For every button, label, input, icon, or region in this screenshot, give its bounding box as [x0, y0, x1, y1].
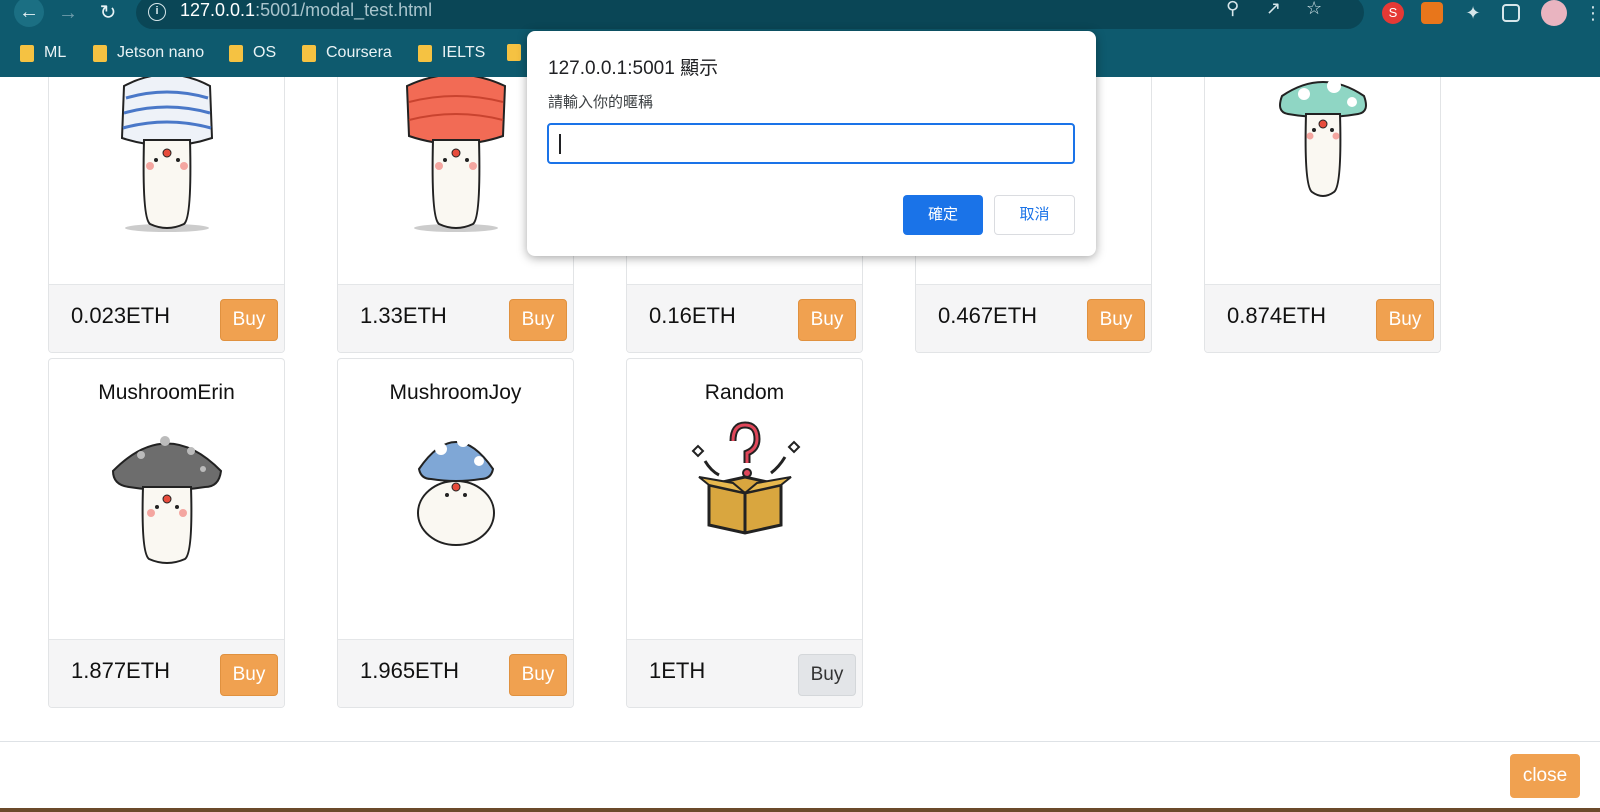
address-bar[interactable]: i 127.0.0.1:5001/modal_test.html ⚲ ↗ ☆: [136, 0, 1364, 29]
product-card: 0.023ETH Buy: [48, 77, 285, 353]
url-host: 127.0.0.1: [180, 0, 256, 20]
mystery-box-image: [691, 421, 800, 535]
folder-icon: [507, 44, 521, 61]
bookmark-label: Jetson nano: [117, 44, 205, 61]
price-label: 0.023ETH: [71, 303, 171, 328]
buy-button[interactable]: Buy: [1087, 299, 1145, 341]
mushroom-red-image: [405, 77, 506, 232]
price-label: 1.33ETH: [360, 303, 447, 328]
card-footer: 0.16ETH Buy: [627, 284, 862, 352]
product-card-mushroom-joy: MushroomJoy 1.965ETH Buy: [337, 358, 574, 708]
card-footer: 1.877ETH Buy: [49, 639, 284, 707]
dialog-message: 請輸入你的暱稱: [548, 94, 654, 111]
card-footer: 0.023ETH Buy: [49, 284, 284, 352]
bookmark-label: Coursera: [326, 44, 392, 61]
price-label: 1.965ETH: [360, 658, 460, 683]
extension-s-label: S: [1388, 5, 1398, 20]
extension-s-icon[interactable]: S: [1382, 2, 1404, 24]
product-name: MushroomErin: [98, 381, 235, 404]
price-label: 0.467ETH: [938, 303, 1038, 328]
share-icon[interactable]: ↗: [1266, 0, 1281, 19]
zoom-icon[interactable]: ⚲: [1226, 0, 1239, 19]
folder-icon: [20, 44, 34, 62]
site-info-icon[interactable]: i: [148, 3, 166, 21]
bookmark-ml[interactable]: ML: [20, 44, 66, 62]
modal-footer: close: [0, 741, 1600, 812]
price-label: 0.16ETH: [649, 303, 736, 328]
bookmark-jetson-nano[interactable]: Jetson nano: [93, 44, 204, 62]
mushroom-blue-striped-image: [120, 77, 213, 232]
bookmark-label: OS: [253, 44, 277, 61]
cancel-button[interactable]: 取消: [994, 195, 1075, 235]
buy-button-disabled[interactable]: Buy: [798, 654, 856, 696]
card-footer: 1.33ETH Buy: [338, 284, 573, 352]
url-text: 127.0.0.1:5001/modal_test.html: [180, 0, 432, 21]
reload-icon[interactable]: ↻: [94, 1, 122, 25]
text-caret: [559, 134, 561, 154]
profile-avatar[interactable]: [1541, 0, 1567, 26]
nickname-input[interactable]: [547, 123, 1075, 164]
price-label: 1ETH: [649, 658, 706, 683]
taskbar-strip: [0, 808, 1600, 812]
ok-button[interactable]: 確定: [903, 195, 983, 235]
product-name: MushroomJoy: [389, 381, 522, 404]
metamask-fox-icon[interactable]: [1421, 2, 1443, 24]
menu-kebab-icon[interactable]: ⋮: [1582, 2, 1600, 24]
mushroom-teal-spotted-image: [1278, 79, 1367, 197]
bookmark-os[interactable]: OS: [229, 44, 276, 62]
mushroom-gray-image: [111, 436, 222, 564]
bookmark-ielts[interactable]: IELTS: [418, 44, 485, 62]
product-card-random: Random 1ETH Buy: [626, 358, 863, 708]
price-label: 0.874ETH: [1227, 303, 1327, 328]
folder-icon: [93, 44, 107, 62]
prompt-dialog: 127.0.0.1:5001 顯示 請輸入你的暱稱 確定 取消: [527, 31, 1096, 256]
side-panel-icon[interactable]: [1502, 4, 1520, 22]
star-icon[interactable]: ☆: [1306, 0, 1322, 19]
extensions-puzzle-icon[interactable]: ✦: [1462, 2, 1484, 24]
card-footer: 0.874ETH Buy: [1205, 284, 1440, 352]
back-arrow-icon[interactable]: ←: [14, 0, 44, 27]
buy-button[interactable]: Buy: [509, 299, 567, 341]
folder-icon: [302, 44, 316, 62]
forward-arrow-icon[interactable]: →: [54, 1, 82, 25]
bookmark-label: ML: [44, 44, 67, 61]
buy-button[interactable]: Buy: [798, 299, 856, 341]
folder-icon: [418, 44, 432, 62]
folder-icon: [229, 44, 243, 62]
card-footer: 0.467ETH Buy: [916, 284, 1151, 352]
bookmark-label: IELTS: [442, 44, 486, 61]
bookmark-coursera[interactable]: Coursera: [302, 44, 392, 62]
card-footer: 1.965ETH Buy: [338, 639, 573, 707]
dialog-title: 127.0.0.1:5001 顯示: [548, 58, 719, 79]
close-button[interactable]: close: [1510, 754, 1580, 798]
buy-button[interactable]: Buy: [220, 299, 278, 341]
buy-button[interactable]: Buy: [1376, 299, 1434, 341]
mushroom-blue-spotted-image: [416, 435, 495, 546]
product-card-mushroom-erin: MushroomErin 1.877ETH Buy: [48, 358, 285, 708]
card-footer: 1ETH Buy: [627, 639, 862, 707]
url-path: :5001/modal_test.html: [255, 0, 433, 20]
product-card: 0.874ETH Buy: [1204, 77, 1441, 353]
price-label: 1.877ETH: [71, 658, 171, 683]
buy-button[interactable]: Buy: [509, 654, 567, 696]
product-name: Random: [704, 381, 785, 404]
bookmark-folder-partial[interactable]: [507, 44, 521, 61]
buy-button[interactable]: Buy: [220, 654, 278, 696]
